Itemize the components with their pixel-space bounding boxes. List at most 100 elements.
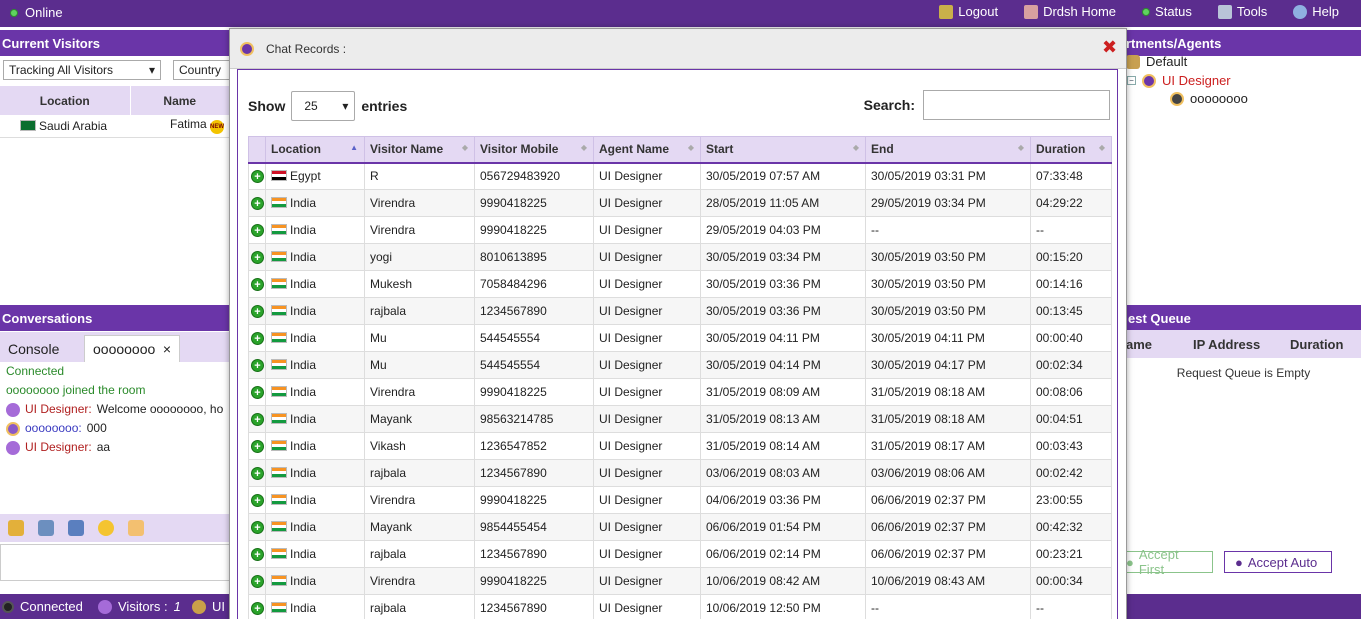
table-row[interactable]: + India rajbala 1234567890 UI Designer 03/06/… xyxy=(248,459,1112,487)
status-link[interactable]: Status xyxy=(1142,4,1192,19)
image-icon[interactable] xyxy=(38,520,54,536)
expand-row-icon[interactable]: + xyxy=(251,575,264,588)
expand-row-icon[interactable]: + xyxy=(251,251,264,264)
table-row[interactable]: + India Mukesh 7058484296 UI Designer 30/05/2… xyxy=(248,270,1112,298)
end-value: 06/06/2019 02:37 PM xyxy=(871,547,986,561)
expand-row-icon[interactable]: + xyxy=(251,494,264,507)
table-row[interactable]: + India Vikash 1236547852 UI Designer 31/05/2… xyxy=(248,432,1112,460)
expand-row-icon[interactable]: + xyxy=(251,197,264,210)
expand-row-icon[interactable]: + xyxy=(251,548,264,561)
tab-console[interactable]: Console xyxy=(0,335,67,362)
table-row[interactable]: + India Virendra 9990418225 UI Designer 10/06… xyxy=(248,567,1112,595)
drdsh-home-link[interactable]: Drdsh Home xyxy=(1024,4,1116,19)
tree-root-default[interactable]: Default xyxy=(1126,54,1187,69)
col-agent-name[interactable]: Agent Name ◆ xyxy=(593,136,701,164)
country-select[interactable]: Country xyxy=(173,60,233,80)
expand-cell: + xyxy=(248,324,266,352)
expand-cell: + xyxy=(248,351,266,379)
visitors-count[interactable]: Visitors : 1 xyxy=(98,599,181,614)
tree-visitor[interactable]: oooooooo xyxy=(1170,91,1248,106)
col-start[interactable]: Start ◆ xyxy=(700,136,866,164)
visitor-mobile-value: 98563214785 xyxy=(480,412,554,426)
expand-row-icon[interactable]: + xyxy=(251,467,264,480)
start-cell: 04/06/2019 03:36 PM xyxy=(700,486,866,514)
col-visitor-mobile[interactable]: Visitor Mobile ◆ xyxy=(474,136,594,164)
message-input[interactable] xyxy=(0,544,230,581)
close-icon[interactable]: ✖ xyxy=(1102,38,1117,56)
duration-value: 00:42:32 xyxy=(1036,520,1083,534)
visitor-mobile-cell: 1234567890 xyxy=(474,594,594,619)
table-row[interactable]: + India Virendra 9990418225 UI Designer 28/05… xyxy=(248,189,1112,217)
duration-value: -- xyxy=(1036,223,1044,237)
visitor-name-value: yogi xyxy=(370,250,393,264)
expand-row-icon[interactable]: + xyxy=(251,386,264,399)
visitor-row[interactable]: Saudi Arabia Fatima NEW xyxy=(0,115,230,138)
col-location[interactable]: Location ▲ xyxy=(265,136,365,164)
expand-row-icon[interactable]: + xyxy=(251,224,264,237)
table-row[interactable]: + India Mu 544545554 UI Designer 30/05/2019 0… xyxy=(248,324,1112,352)
table-row[interactable]: + India Mu 544545554 UI Designer 30/05/2019 0… xyxy=(248,351,1112,379)
table-row[interactable]: + India Virendra 9990418225 UI Designer 29/05… xyxy=(248,216,1112,244)
expand-row-icon[interactable]: + xyxy=(251,305,264,318)
visitors-col-location[interactable]: Location xyxy=(0,86,131,115)
expand-row-icon[interactable]: + xyxy=(251,602,264,615)
expand-row-icon[interactable]: + xyxy=(251,521,264,534)
expand-row-icon[interactable]: + xyxy=(251,278,264,291)
expand-row-icon[interactable]: + xyxy=(251,440,264,453)
table-row[interactable]: + India Virendra 9990418225 UI Designer 31/05… xyxy=(248,378,1112,406)
expand-row-icon[interactable]: + xyxy=(251,413,264,426)
transfer-user-icon[interactable] xyxy=(8,520,24,536)
visitor-name-cell: Virendra xyxy=(364,378,475,406)
entries-select[interactable]: 25 ▾ xyxy=(291,91,356,121)
table-row[interactable]: + India Mayank 9854455454 UI Designer 06/06/2… xyxy=(248,513,1112,541)
start-value: 03/06/2019 08:03 AM xyxy=(706,466,821,480)
queue-col-name[interactable]: ame xyxy=(1126,337,1152,352)
queue-col-ip[interactable]: IP Address xyxy=(1193,337,1260,352)
tracking-select[interactable]: Tracking All Visitors ▾ xyxy=(3,60,161,80)
queue-col-duration[interactable]: Duration xyxy=(1290,337,1343,352)
search-input[interactable] xyxy=(923,90,1110,120)
mail-icon[interactable] xyxy=(128,520,144,536)
collapse-icon[interactable]: − xyxy=(1127,76,1136,85)
accept-auto-button[interactable]: ● Accept Auto xyxy=(1224,551,1332,573)
agent-name-cell: UI Designer xyxy=(593,459,701,487)
tree-agent-ui-designer[interactable]: − UI Designer xyxy=(1127,73,1231,88)
table-row[interactable]: + India rajbala 1234567890 UI Designer 06/06/… xyxy=(248,540,1112,568)
tab-user-conversation[interactable]: oooooooo × xyxy=(84,335,180,362)
accept-auto-icon: ● xyxy=(1235,554,1243,570)
visitors-table: Location Name Saudi Arabia Fatima NEW xyxy=(0,86,230,138)
col-duration[interactable]: Duration ◆ xyxy=(1030,136,1112,164)
location-cell: India xyxy=(265,432,365,460)
online-status[interactable]: Online xyxy=(10,5,63,20)
table-row[interactable]: + India yogi 8010613895 UI Designer 30/05/201… xyxy=(248,243,1112,271)
translate-icon[interactable] xyxy=(68,520,84,536)
table-row[interactable]: + Egypt R 056729483920 UI Designer 30/05/2019… xyxy=(248,162,1112,190)
help-link[interactable]: Help xyxy=(1293,4,1339,19)
duration-value: 04:29:22 xyxy=(1036,196,1083,210)
close-tab-icon[interactable]: × xyxy=(163,341,171,357)
connection-status[interactable]: Connected xyxy=(2,599,83,614)
agent-name-cell: UI Designer xyxy=(593,432,701,460)
smiley-icon[interactable] xyxy=(98,520,114,536)
table-row[interactable]: + India Mayank 98563214785 UI Designer 31/05/… xyxy=(248,405,1112,433)
expand-row-icon[interactable]: + xyxy=(251,332,264,345)
expand-row-icon[interactable]: + xyxy=(251,359,264,372)
country-select-value: Country xyxy=(179,63,222,77)
table-row[interactable]: + India rajbala 1234567890 UI Designer 30/05/… xyxy=(248,297,1112,325)
table-row[interactable]: + India Virendra 9990418225 UI Designer 04/06… xyxy=(248,486,1112,514)
table-row[interactable]: + India rajbala 1234567890 UI Designer 10/06/… xyxy=(248,594,1112,619)
start-value: 30/05/2019 03:34 PM xyxy=(706,250,821,264)
accept-first-button[interactable]: ● Accept First xyxy=(1115,547,1213,577)
visitor-mobile-cell: 9990418225 xyxy=(474,567,594,595)
visitors-icon xyxy=(98,599,112,614)
visitor-name-value: Virendra xyxy=(370,223,416,237)
expand-row-icon[interactable]: + xyxy=(251,170,264,184)
col-visitor-name[interactable]: Visitor Name ◆ xyxy=(364,136,475,164)
visitors-col-name[interactable]: Name xyxy=(130,86,230,115)
tools-link[interactable]: Tools xyxy=(1217,4,1267,19)
location-cell: India xyxy=(265,297,365,325)
start-value: 30/05/2019 04:11 PM xyxy=(706,331,820,345)
col-location-label: Location xyxy=(271,142,321,157)
col-end[interactable]: End ◆ xyxy=(865,136,1031,164)
logout-link[interactable]: Logout xyxy=(939,4,998,19)
